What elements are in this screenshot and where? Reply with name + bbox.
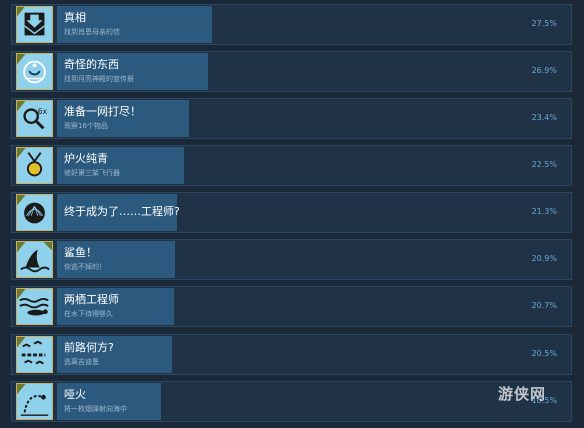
achievement-percent: 22.5%: [531, 160, 557, 169]
shell-emblem-icon: [16, 194, 53, 231]
achievement-description: 在水下待得够久: [64, 310, 113, 318]
achievement-row[interactable]: 鲨鱼！ 你逃不掉的！ 20.9%: [11, 239, 572, 280]
achievement-row[interactable]: 奇怪的东西 找到月亮神殿的宣传册 26.9%: [11, 51, 572, 92]
achievement-row[interactable]: 炉火纯青 修好第三架飞行器 22.5%: [11, 145, 572, 186]
achievement-row[interactable]: 前路何方? 逃离吉迪恩 20.5%: [11, 334, 572, 375]
achievement-title: 终于成为了……工程师?: [64, 205, 180, 218]
achievement-description: 找到月亮神殿的宣传册: [64, 75, 134, 83]
medal-icon: [16, 147, 53, 184]
achievement-row[interactable]: 真相 找到肖恩母亲的信 27.5%: [11, 4, 572, 45]
achievement-row[interactable]: 两栖工程师 在水下待得够久 20.7%: [11, 286, 572, 327]
achievement-title: 奇怪的东西: [64, 58, 119, 71]
magnifier-6x-icon: 6x: [16, 100, 53, 137]
flare-arc-icon: [16, 383, 53, 420]
achievement-description: 找到肖恩母亲的信: [64, 28, 120, 36]
achievement-percent: 21.3%: [531, 207, 557, 216]
achievement-title: 两栖工程师: [64, 293, 119, 306]
watermark-logo: 游侠网: [498, 385, 547, 403]
achievement-description: 修好第三架飞行器: [64, 169, 120, 177]
achievement-title: 真相: [64, 11, 86, 24]
achievement-title: 炉火纯青: [64, 152, 108, 165]
achievement-percent: 20.5%: [531, 349, 557, 358]
achievement-description: 逃离吉迪恩: [64, 358, 99, 366]
achievement-title: 哑火: [64, 388, 86, 401]
svg-text:6x: 6x: [38, 107, 48, 116]
achievement-percent: 26.9%: [531, 66, 557, 75]
shark-fin-icon: [16, 241, 53, 278]
achievement-percent: 20.7%: [531, 301, 557, 310]
envelope-down-icon: [16, 6, 53, 43]
achievement-row[interactable]: 6x 准备一网打尽！ 观察16个物品 23.4%: [11, 98, 572, 139]
birds-icon: [16, 336, 53, 373]
achievement-list: 真相 找到肖恩母亲的信 27.5% 奇怪的东西 找到月亮神殿的宣传册 26.9%…: [0, 0, 584, 428]
achievement-description: 将一枚烟弹射向海中: [64, 405, 127, 413]
achievement-percent: 27.5%: [531, 19, 557, 28]
achievement-row[interactable]: 哑火 将一枚烟弹射向海中 18.5%: [11, 381, 572, 422]
achievement-title: 前路何方?: [64, 341, 114, 354]
moon-emblem-icon: [16, 53, 53, 90]
achievement-description: 你逃不掉的！: [64, 263, 106, 271]
swimmer-icon: [16, 288, 53, 325]
achievement-row[interactable]: 终于成为了……工程师? 21.3%: [11, 192, 572, 233]
achievement-title: 鲨鱼！: [64, 246, 97, 259]
achievement-title: 准备一网打尽！: [64, 105, 141, 118]
achievement-percent: 20.9%: [531, 254, 557, 263]
achievement-percent: 23.4%: [531, 113, 557, 122]
achievement-description: 观察16个物品: [64, 122, 108, 130]
